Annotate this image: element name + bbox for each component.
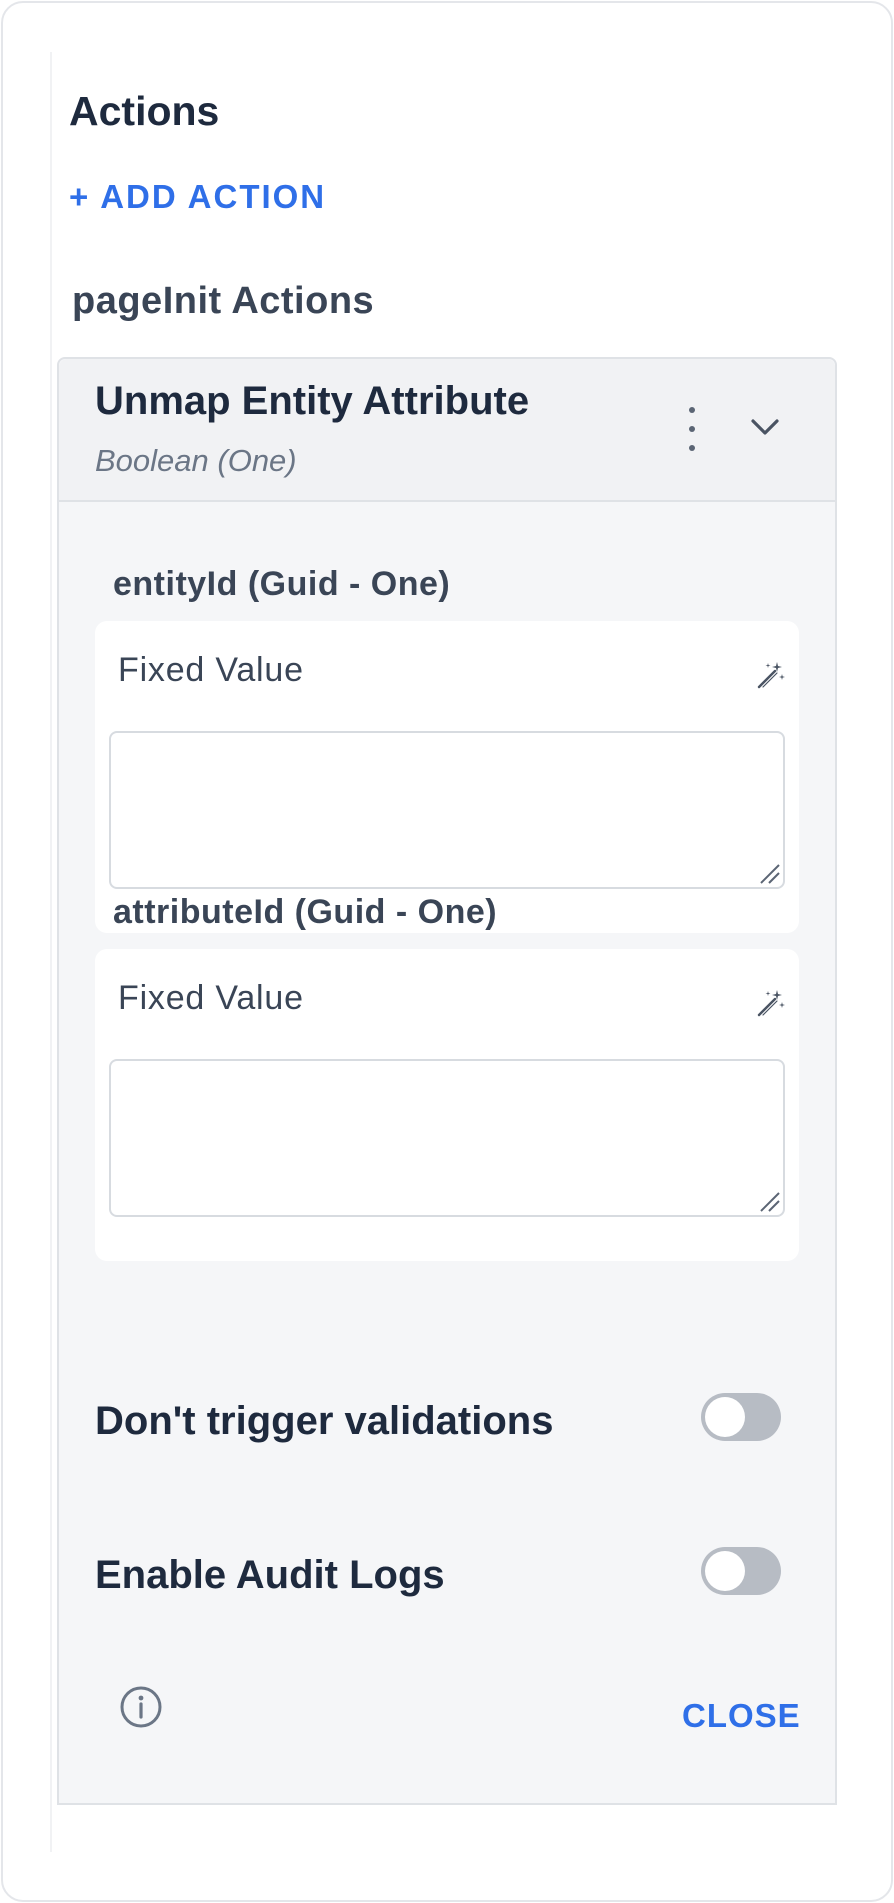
param-label-entity-id: entityId (Guid - One)	[113, 565, 451, 603]
action-return-type: Boolean (One)	[95, 443, 297, 478]
enable-audit-logs-toggle[interactable]	[701, 1547, 781, 1595]
more-vertical-icon[interactable]	[677, 407, 707, 451]
dont-trigger-validations-label: Don't trigger validations	[95, 1399, 554, 1443]
panel-divider	[50, 52, 52, 1852]
attribute-id-textarea[interactable]	[111, 1061, 783, 1215]
param-box-entity-id: Fixed Value	[95, 621, 799, 933]
dont-trigger-validations-toggle[interactable]	[701, 1393, 781, 1441]
magic-wand-icon[interactable]	[755, 659, 787, 691]
actions-heading: Actions	[69, 88, 220, 134]
param-value-type: Fixed Value	[118, 651, 304, 689]
action-card: Unmap Entity Attribute Boolean (One) ent…	[57, 357, 837, 1805]
action-card-header[interactable]: Unmap Entity Attribute Boolean (One)	[59, 359, 835, 502]
param-label-attribute-id: attributeId (Guid - One)	[113, 893, 498, 931]
param-box-attribute-id: Fixed Value	[95, 949, 799, 1261]
page-init-actions-heading: pageInit Actions	[72, 280, 375, 322]
info-circle-icon[interactable]	[119, 1685, 163, 1729]
toggle-knob	[705, 1551, 745, 1591]
attribute-id-field[interactable]	[109, 1059, 785, 1217]
add-action-button[interactable]: + ADD ACTION	[69, 178, 326, 216]
toggle-knob	[705, 1397, 745, 1437]
magic-wand-icon[interactable]	[755, 987, 787, 1019]
entity-id-textarea[interactable]	[111, 733, 783, 887]
close-button[interactable]: CLOSE	[682, 1697, 801, 1735]
param-value-type: Fixed Value	[118, 979, 304, 1017]
chevron-down-icon[interactable]	[743, 407, 787, 447]
entity-id-field[interactable]	[109, 731, 785, 889]
action-title: Unmap Entity Attribute	[95, 379, 530, 423]
enable-audit-logs-label: Enable Audit Logs	[95, 1553, 445, 1597]
